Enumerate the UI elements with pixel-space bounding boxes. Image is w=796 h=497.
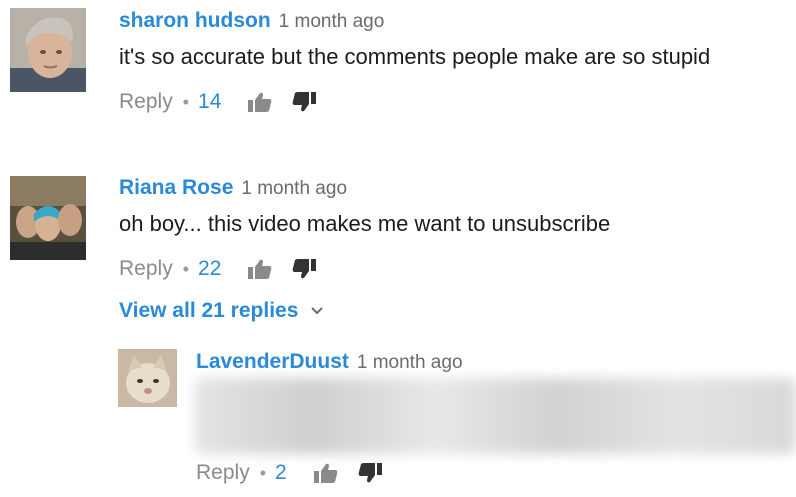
- avatar[interactable]: [10, 176, 86, 260]
- author-line: Riana Rose 1 month ago: [119, 175, 347, 202]
- thumbs-up-icon[interactable]: [313, 462, 339, 484]
- timestamp[interactable]: 1 month ago: [241, 178, 347, 199]
- thumbs-down-icon[interactable]: [291, 91, 317, 113]
- author-name[interactable]: Riana Rose: [119, 176, 233, 199]
- comment-actions: Reply • 2: [196, 460, 383, 486]
- author-name[interactable]: sharon hudson: [119, 9, 271, 32]
- blurred-comment-text: [195, 378, 796, 454]
- avatar[interactable]: [118, 349, 177, 407]
- view-replies-label: View all 21 replies: [119, 299, 299, 322]
- separator-dot: •: [182, 259, 190, 279]
- like-count: 22: [198, 257, 222, 280]
- reply-button[interactable]: Reply: [196, 460, 250, 486]
- timestamp[interactable]: 1 month ago: [279, 11, 385, 32]
- avatar[interactable]: [10, 8, 86, 92]
- thumbs-down-icon[interactable]: [357, 462, 383, 484]
- like-count: 14: [198, 90, 222, 113]
- separator-dot: •: [182, 92, 190, 112]
- separator-dot: •: [259, 463, 267, 483]
- comments-section: sharon hudson 1 month ago it's so accurat…: [0, 0, 796, 497]
- comment-text: oh boy... this video makes me want to un…: [119, 211, 611, 236]
- comment-actions: Reply • 14: [119, 89, 317, 115]
- author-line: sharon hudson 1 month ago: [119, 8, 384, 35]
- comment-actions: Reply • 22: [119, 256, 317, 282]
- author-line: LavenderDuust 1 month ago: [196, 349, 463, 376]
- reply-button[interactable]: Reply: [119, 89, 173, 115]
- comment-text: it's so accurate but the comments people…: [119, 44, 711, 69]
- like-count: 2: [275, 461, 287, 484]
- thumbs-down-icon[interactable]: [291, 258, 317, 280]
- thumbs-up-icon[interactable]: [247, 91, 273, 113]
- view-replies-link[interactable]: View all 21 replies: [119, 298, 324, 324]
- chevron-down-icon: [310, 306, 324, 316]
- reply-button[interactable]: Reply: [119, 256, 173, 282]
- timestamp[interactable]: 1 month ago: [357, 352, 463, 373]
- author-name[interactable]: LavenderDuust: [196, 350, 349, 373]
- thumbs-up-icon[interactable]: [247, 258, 273, 280]
